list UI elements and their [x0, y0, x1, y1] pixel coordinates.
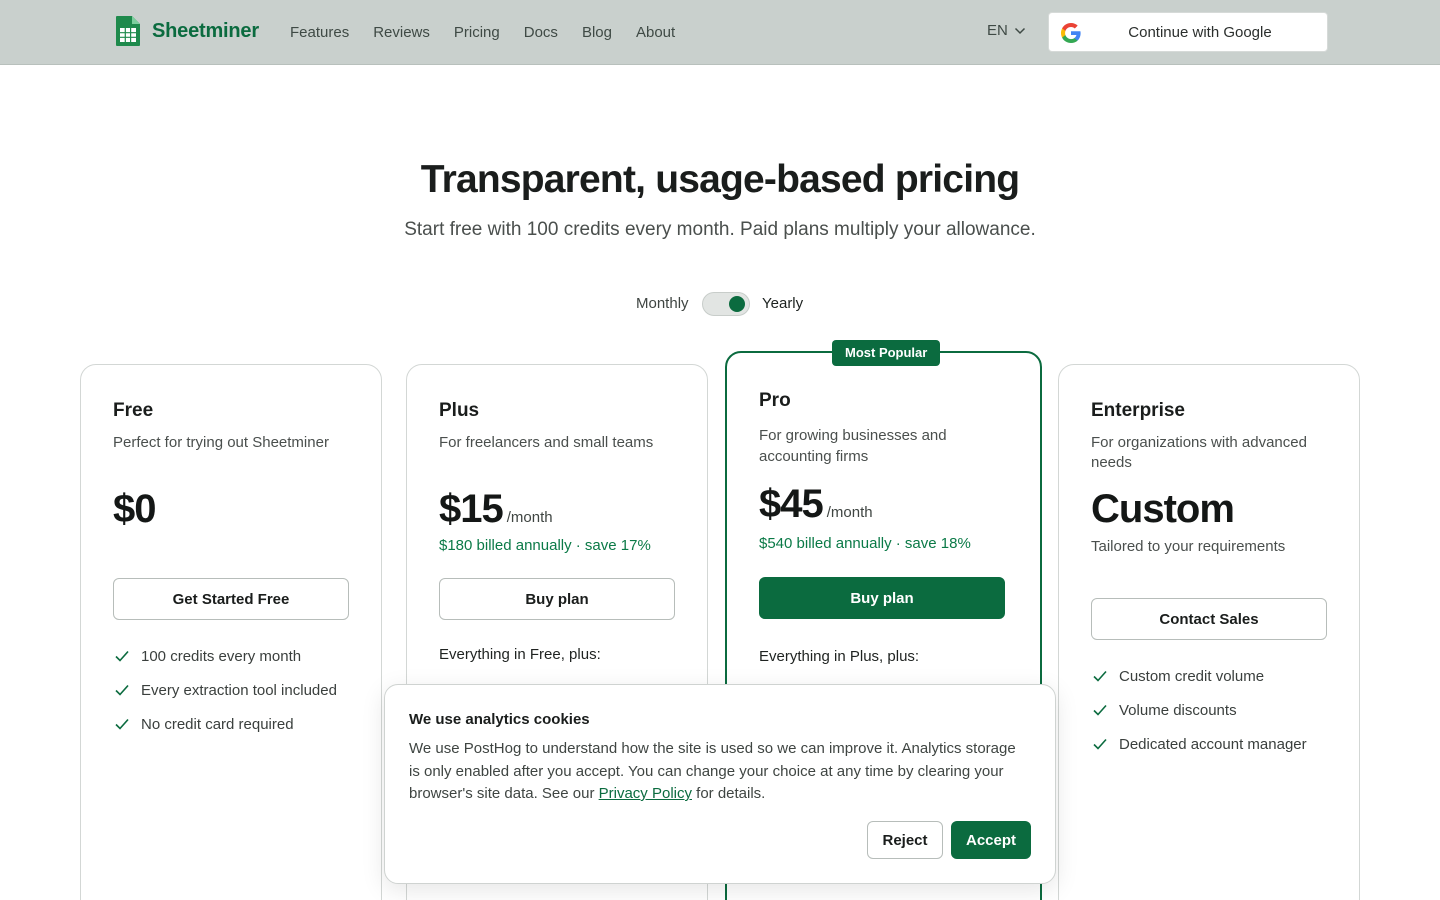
yearly-label[interactable]: Yearly: [762, 295, 803, 312]
main-nav: Features Reviews Pricing Docs Blog About: [290, 0, 699, 64]
includes-label: Everything in Plus, plus:: [759, 648, 920, 665]
nav-blog[interactable]: Blog: [582, 24, 612, 41]
plan-name: Free: [113, 400, 154, 421]
nav-pricing[interactable]: Pricing: [454, 24, 500, 41]
toggle-knob: [729, 296, 745, 312]
feature-list: 100 credits every month Every extraction…: [113, 639, 337, 741]
most-popular-badge: Most Popular: [832, 340, 941, 366]
nav-about[interactable]: About: [636, 24, 675, 41]
page-subtitle: Start free with 100 credits every month.…: [404, 219, 1036, 240]
list-item: Dedicated account manager: [1091, 727, 1307, 761]
plan-price: $0: [113, 487, 156, 531]
price-row: $0: [113, 487, 156, 532]
check-icon: [1093, 738, 1107, 750]
cookie-consent-banner: We use analytics cookies We use PostHog …: [384, 684, 1056, 884]
google-icon: [1061, 23, 1081, 43]
feature-list: Custom credit volume Volume discounts De…: [1091, 659, 1307, 761]
nav-features[interactable]: Features: [290, 24, 349, 41]
plan-name: Pro: [759, 390, 791, 411]
annual-billing-note: $540 billed annually · save 18%: [759, 535, 971, 552]
feature-text: Custom credit volume: [1119, 667, 1265, 685]
plan-price: $45: [759, 482, 824, 526]
language-selector[interactable]: EN: [987, 22, 1026, 39]
accept-cookies-button[interactable]: Accept: [951, 821, 1031, 859]
spreadsheet-logo-icon: [116, 16, 140, 46]
cookie-banner-title: We use analytics cookies: [409, 711, 590, 728]
check-icon: [115, 718, 129, 730]
feature-text: 100 credits every month: [141, 647, 302, 665]
cookie-text-after-link: for details.: [691, 785, 766, 802]
feature-text: Every extraction tool included: [141, 681, 337, 699]
feature-text: No credit card required: [141, 715, 294, 733]
language-label: EN: [987, 22, 1008, 39]
plan-card-free: Free Perfect for trying out Sheetminer $…: [80, 364, 382, 900]
feature-text: Dedicated account manager: [1119, 735, 1307, 753]
check-icon: [115, 650, 129, 662]
plan-description: Perfect for trying out Sheetminer: [113, 434, 329, 451]
check-icon: [1093, 704, 1107, 716]
plan-tagline: Tailored to your requirements: [1091, 538, 1286, 555]
plan-name: Plus: [439, 400, 480, 421]
brand-name: Sheetminer: [152, 19, 259, 42]
plan-price: $15: [439, 487, 504, 531]
google-signin-button[interactable]: Continue with Google: [1048, 12, 1328, 52]
cookie-banner-text: We use PostHog to understand how the sit…: [409, 738, 1029, 806]
check-icon: [115, 684, 129, 696]
price-row: $45 /month: [759, 482, 873, 527]
plan-description: For freelancers and small teams: [439, 434, 654, 451]
annual-billing-note: $180 billed annually · save 17%: [439, 537, 651, 554]
includes-label: Everything in Free, plus:: [439, 646, 601, 663]
reject-cookies-button[interactable]: Reject: [867, 821, 943, 859]
nav-reviews[interactable]: Reviews: [373, 24, 430, 41]
list-item: 100 credits every month: [113, 639, 337, 673]
page-title: Transparent, usage-based pricing: [420, 158, 1020, 201]
list-item: Custom credit volume: [1091, 659, 1307, 693]
list-item: No credit card required: [113, 707, 337, 741]
plan-description: For growing businesses and accounting fi…: [759, 427, 947, 465]
plan-description: For organizations with advanced needs: [1091, 434, 1307, 471]
chevron-down-icon: [1014, 27, 1025, 34]
check-icon: [1093, 670, 1107, 682]
top-navbar: Sheetminer Features Reviews Pricing Docs…: [0, 0, 1440, 65]
buy-plus-button[interactable]: Buy plan: [439, 578, 675, 620]
list-item: Volume discounts: [1091, 693, 1307, 727]
price-period: /month: [506, 509, 553, 526]
plan-card-enterprise: Enterprise For organizations with advanc…: [1058, 364, 1360, 900]
buy-pro-button[interactable]: Buy plan: [759, 577, 1005, 619]
privacy-policy-link[interactable]: Privacy Policy: [599, 785, 692, 802]
contact-sales-button[interactable]: Contact Sales: [1091, 598, 1327, 640]
price-row: Custom: [1091, 487, 1235, 532]
list-item: Every extraction tool included: [113, 673, 337, 707]
billing-period-toggle[interactable]: [702, 292, 750, 316]
get-started-free-button[interactable]: Get Started Free: [113, 578, 349, 620]
nav-docs[interactable]: Docs: [524, 24, 558, 41]
billing-toggle-row: Monthly Yearly: [0, 291, 1440, 317]
google-button-label: Continue with Google: [1128, 23, 1272, 41]
price-period: /month: [826, 504, 873, 521]
monthly-label[interactable]: Monthly: [636, 295, 689, 312]
feature-text: Volume discounts: [1119, 701, 1237, 719]
price-row: $15 /month: [439, 487, 553, 532]
plan-name: Enterprise: [1091, 400, 1185, 421]
plan-price: Custom: [1091, 487, 1235, 531]
brand-logo[interactable]: Sheetminer: [115, 15, 259, 47]
